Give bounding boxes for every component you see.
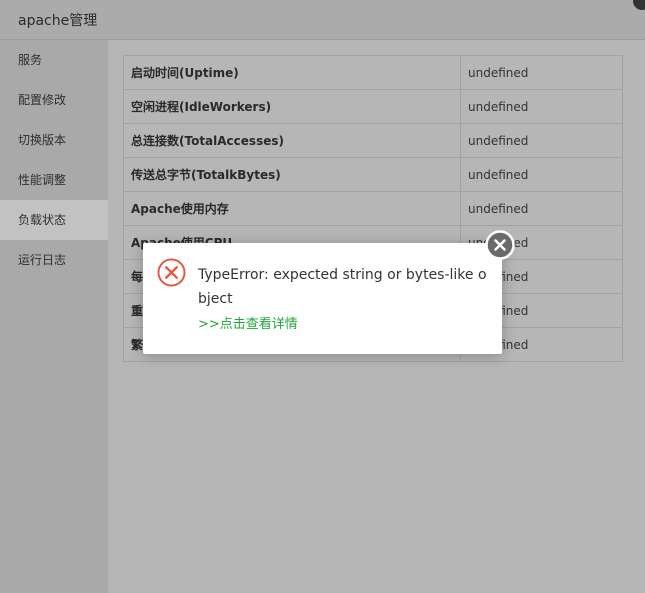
table-row: 传送总字节(TotalkBytes) undefined — [123, 157, 623, 192]
row-value: undefined — [460, 55, 623, 90]
table-row: 总连接数(TotalAccesses) undefined — [123, 123, 623, 158]
sidebar-item-config[interactable]: 配置修改 — [0, 80, 108, 120]
view-details-link[interactable]: >>点击查看详情 — [198, 313, 298, 332]
error-dialog: TypeError: expected string or bytes-like… — [143, 243, 502, 354]
row-key: 总连接数(TotalAccesses) — [123, 123, 461, 158]
sidebar-item-service[interactable]: 服务 — [0, 40, 108, 80]
window-close-icon[interactable] — [633, 0, 645, 10]
window-title: apache管理 — [18, 13, 98, 29]
sidebar-item-label: 性能调整 — [18, 173, 67, 187]
error-circle-icon — [157, 258, 186, 287]
dialog-close-icon[interactable] — [485, 230, 515, 260]
sidebar-item-label: 切换版本 — [18, 133, 67, 147]
window-titlebar: apache管理 — [0, 0, 645, 40]
sidebar-item-label: 配置修改 — [18, 93, 67, 107]
row-value: undefined — [460, 157, 623, 192]
sidebar-item-label: 负载状态 — [18, 213, 67, 227]
sidebar-item-label: 运行日志 — [18, 253, 67, 267]
error-message: TypeError: expected string or bytes-like… — [198, 267, 487, 307]
row-key: Apache使用内存 — [123, 191, 461, 226]
sidebar-item-load-status[interactable]: 负载状态 — [0, 200, 108, 240]
table-row: Apache使用内存 undefined — [123, 191, 623, 226]
row-key: 传送总字节(TotalkBytes) — [123, 157, 461, 192]
row-value: undefined — [460, 191, 623, 226]
table-row: 启动时间(Uptime) undefined — [123, 55, 623, 90]
table-row: 空闲进程(IdleWorkers) undefined — [123, 89, 623, 124]
row-key: 空闲进程(IdleWorkers) — [123, 89, 461, 124]
sidebar: 服务 配置修改 切换版本 性能调整 负载状态 运行日志 — [0, 40, 108, 593]
sidebar-item-version[interactable]: 切换版本 — [0, 120, 108, 160]
row-key: 启动时间(Uptime) — [123, 55, 461, 90]
sidebar-item-label: 服务 — [18, 53, 43, 67]
sidebar-item-logs[interactable]: 运行日志 — [0, 240, 108, 280]
sidebar-item-performance[interactable]: 性能调整 — [0, 160, 108, 200]
row-value: undefined — [460, 123, 623, 158]
row-value: undefined — [460, 89, 623, 124]
